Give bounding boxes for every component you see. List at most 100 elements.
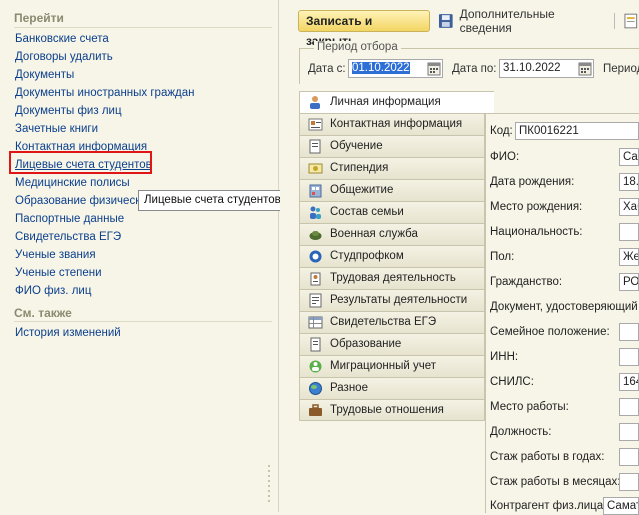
nav-item-passport[interactable]: Паспортные данные: [15, 210, 195, 228]
citizenship-label: Гражданство:: [490, 276, 563, 288]
code-label: Код:: [490, 125, 513, 137]
birth-place-label: Место рождения:: [490, 201, 583, 213]
contact-icon: [308, 118, 323, 131]
calendar-icon[interactable]: [427, 61, 441, 76]
tab-scholarship[interactable]: Стипендия: [299, 157, 485, 179]
birth-date-label: Дата рождения:: [490, 176, 575, 188]
family-icon: [310, 206, 321, 219]
fio-field[interactable]: Сам: [619, 148, 639, 166]
nav-item-change-history[interactable]: История изменений: [15, 324, 121, 342]
date-to-field[interactable]: 31.10.2022: [499, 59, 594, 78]
date-to-value: 31.10.2022: [503, 62, 561, 74]
tab-label: Контактная информация: [330, 118, 463, 130]
tab-label: Военная служба: [330, 228, 418, 240]
workplace-field[interactable]: [619, 398, 639, 416]
date-from-field[interactable]: 01.10.2022: [348, 59, 443, 78]
tab-ege-certificates[interactable]: Свидетельства ЕГЭ: [299, 311, 485, 333]
nav-item-academic-degrees[interactable]: Ученые степени: [15, 264, 195, 282]
toolbar-divider: [614, 13, 616, 29]
workplace-label: Место работы:: [490, 401, 569, 413]
tab-dormitory[interactable]: Общежитие: [299, 179, 485, 201]
calendar-icon[interactable]: [578, 61, 592, 76]
nationality-field[interactable]: [619, 223, 639, 241]
tab-label: Свидетельства ЕГЭ: [330, 316, 437, 328]
tab-labor-relations[interactable]: Трудовые отношения: [299, 399, 485, 421]
tab-military[interactable]: Военная служба: [299, 223, 485, 245]
highlight-box: [9, 151, 152, 174]
nav-heading: Перейти: [14, 11, 64, 25]
tab-family[interactable]: Состав семьи: [299, 201, 485, 223]
experience-years-label: Стаж работы в годах:: [490, 451, 605, 463]
period-label: Период: [603, 63, 639, 75]
tab-migration[interactable]: Миграционный учет: [299, 355, 485, 377]
person-icon: [310, 96, 320, 109]
document-icon[interactable]: [623, 13, 639, 29]
tab-label: Обучение: [330, 140, 383, 152]
position-field[interactable]: [619, 423, 639, 441]
experience-months-field[interactable]: [619, 473, 639, 491]
main-form: Записать и закрыть Дополнительные сведен…: [280, 0, 639, 513]
contractor-field[interactable]: Самато: [603, 497, 639, 515]
tab-label: Личная информация: [330, 96, 441, 108]
nav-item-ege-certificates[interactable]: Свидетельства ЕГЭ: [15, 228, 195, 246]
tab-education[interactable]: Образование: [299, 333, 485, 355]
military-icon: [309, 231, 322, 240]
marital-status-field[interactable]: [619, 323, 639, 341]
nav-item-bank-accounts[interactable]: Банковские счета: [15, 30, 195, 48]
gender-label: Пол:: [490, 251, 515, 263]
nav-item-person-names[interactable]: ФИО физ. лиц: [15, 282, 195, 300]
tab-contact-info[interactable]: Контактная информация: [299, 113, 485, 135]
position-label: Должность:: [490, 426, 552, 438]
tab-label: Студпрофком: [330, 250, 404, 262]
id-document-label: Документ, удостоверяющий л: [490, 301, 639, 313]
tab-results[interactable]: Результаты деятельности: [299, 289, 485, 311]
education-icon: [310, 337, 321, 352]
inn-field[interactable]: [619, 348, 639, 366]
save-and-close-button[interactable]: Записать и закрыть: [298, 10, 431, 48]
experience-months-label: Стаж работы в месяцах:: [490, 476, 621, 488]
period-legend: Период отбора: [314, 41, 401, 53]
experience-years-field[interactable]: [619, 448, 639, 466]
gender-field[interactable]: Же: [619, 248, 639, 266]
additional-info-button[interactable]: Дополнительные сведения: [460, 7, 607, 35]
resize-handle[interactable]: [266, 465, 272, 505]
tab-study[interactable]: Обучение: [299, 135, 485, 157]
tab-student-union[interactable]: Студпрофком: [299, 245, 485, 267]
snils-label: СНИЛС:: [490, 376, 534, 388]
building-icon: [309, 184, 322, 198]
save-icon[interactable]: [438, 13, 454, 29]
nav-item-foreign-docs[interactable]: Документы иностранных граждан: [15, 84, 195, 102]
tab-label: Разное: [330, 382, 368, 394]
tab-label: Состав семьи: [330, 206, 404, 218]
tab-label: Миграционный учет: [330, 360, 437, 372]
nav-item-academic-titles[interactable]: Ученые звания: [15, 246, 195, 264]
inn-label: ИНН:: [490, 351, 519, 363]
see-also-heading: См. также: [14, 306, 72, 320]
tab-personal-info[interactable]: Личная информация: [299, 91, 494, 113]
tab-misc[interactable]: Разное: [299, 377, 485, 399]
code-field[interactable]: ПК0016221: [515, 122, 639, 140]
table-icon: [308, 316, 323, 329]
contractor-label: Контрагент физ.лица:: [490, 500, 607, 512]
nav-item-contracts-delete[interactable]: Договоры удалить: [15, 48, 195, 66]
date-from-label: Дата с:: [308, 63, 346, 75]
book-icon: [309, 139, 321, 154]
snils-field[interactable]: 164: [619, 373, 639, 391]
see-also-list: История изменений: [15, 324, 121, 342]
nav-item-documents[interactable]: Документы: [15, 66, 195, 84]
nav-item-person-docs[interactable]: Документы физ лиц: [15, 102, 195, 120]
tab-label: Результаты деятельности: [330, 294, 468, 306]
tab-work[interactable]: Трудовая деятельность: [299, 267, 485, 289]
citizenship-field[interactable]: РОС: [619, 273, 639, 291]
briefcase-icon: [309, 404, 322, 416]
date-to-label: Дата по:: [452, 63, 497, 75]
nav-item-record-books[interactable]: Зачетные книги: [15, 120, 195, 138]
tab-label: Стипендия: [330, 162, 389, 174]
tab-label: Общежитие: [330, 184, 394, 196]
birth-date-field[interactable]: 18.0: [619, 173, 639, 191]
tooltip: Лицевые счета студентов: [138, 190, 287, 211]
tab-list: Личная информация Контактная информация …: [299, 91, 494, 421]
birth-place-field[interactable]: Хаб: [619, 198, 639, 216]
union-icon: [309, 250, 322, 263]
nav-divider: [14, 321, 272, 322]
